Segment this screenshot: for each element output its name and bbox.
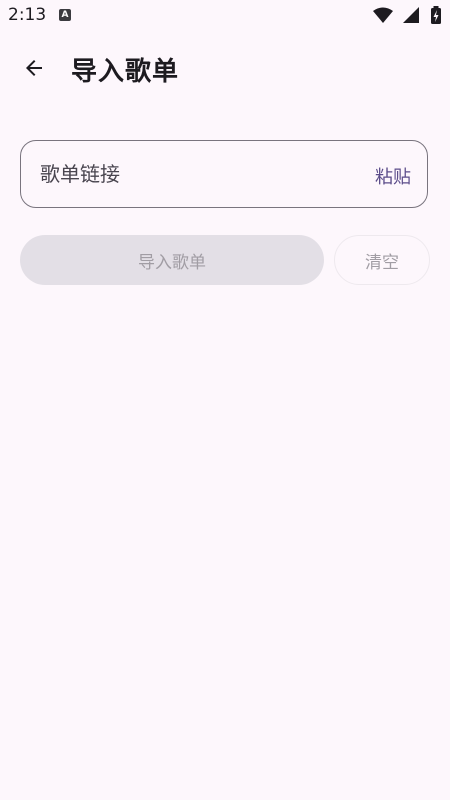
battery-charging-icon <box>431 6 441 24</box>
app-bar: 导入歌单 <box>0 40 450 100</box>
status-time: 2:13 <box>8 5 47 25</box>
cellular-signal-icon <box>402 7 419 23</box>
paste-button[interactable]: 粘贴 <box>375 163 411 189</box>
page-title: 导入歌单 <box>71 57 180 87</box>
playlist-link-input[interactable] <box>40 141 340 207</box>
back-button[interactable] <box>12 46 56 90</box>
status-indicators <box>372 6 442 26</box>
status-bar: 2:13 A <box>0 0 450 32</box>
clear-button[interactable]: 清空 <box>334 235 430 285</box>
wifi-icon <box>372 7 393 23</box>
playlist-link-field[interactable]: 粘贴 <box>20 140 428 208</box>
arrow-back-icon <box>26 60 42 76</box>
import-playlist-button[interactable]: 导入歌单 <box>20 235 324 285</box>
notification-icon: A <box>59 9 71 21</box>
